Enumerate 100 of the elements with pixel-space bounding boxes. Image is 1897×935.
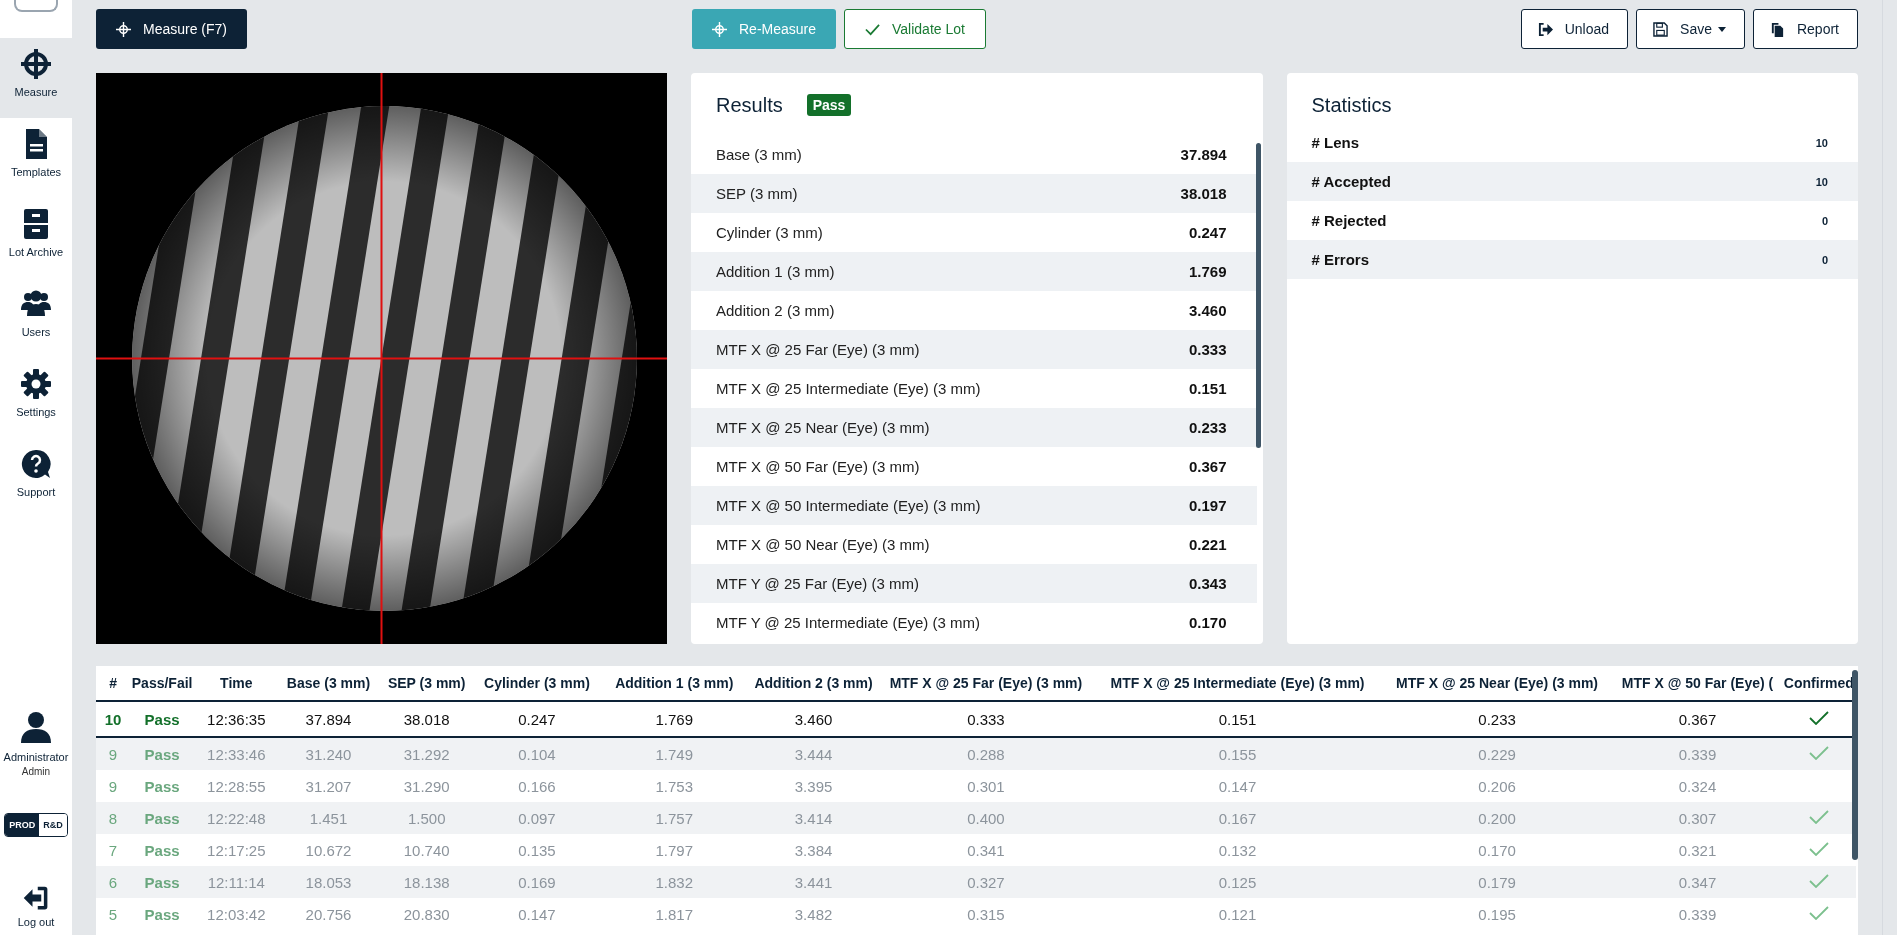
logout-button[interactable]: Log out <box>11 883 61 929</box>
status-text: Pass <box>130 898 195 930</box>
table-cell: 0.104 <box>474 737 600 770</box>
table-cell: 6 <box>96 866 131 898</box>
result-label: MTF X @ 50 Intermediate (Eye) (3 mm) <box>716 497 981 514</box>
status-text: Pass <box>130 770 195 802</box>
column-header: Addition 2 (3 mm) <box>749 666 878 701</box>
sidebar-item[interactable]: Measure <box>0 38 72 118</box>
result-value: 37.894 <box>1180 146 1227 163</box>
stat-label: # Accepted <box>1311 173 1391 190</box>
unload-button[interactable]: Unload <box>1520 9 1629 49</box>
mode-toggle[interactable]: PROD <box>5 814 40 836</box>
result-value: 0.170 <box>1188 614 1227 631</box>
table-cell: 0.206 <box>1380 770 1614 802</box>
result-value: 0.221 <box>1188 536 1227 553</box>
column-header: Pass/Fail <box>130 666 195 701</box>
table-cell: 0.166 <box>474 770 600 802</box>
table-cell: 0.288 <box>877 737 1095 770</box>
table-cell: 0.125 <box>1094 866 1381 898</box>
user-icon <box>20 711 52 743</box>
result-value: 38.018 <box>1180 185 1227 202</box>
table-cell: 20.756 <box>278 898 379 930</box>
status-badge: Pass <box>806 94 852 116</box>
table-cell: 0.301 <box>877 770 1095 802</box>
table-cell: 0.321 <box>1613 834 1782 866</box>
column-header: # <box>96 666 131 701</box>
scrollbar[interactable] <box>1255 143 1261 448</box>
column-header: Cylinder (3 mm) <box>474 666 600 701</box>
table-cell: 0.195 <box>1380 898 1614 930</box>
user-name: Administrator <box>3 751 69 763</box>
table-cell: 0.339 <box>1613 737 1782 770</box>
table-cell: 12:11:14 <box>194 866 279 898</box>
measure-button[interactable]: Measure (F7) <box>96 9 248 49</box>
stat-value: 0 <box>1821 214 1828 227</box>
column-header: MTF X @ 25 Far (Eye) (3 mm) <box>877 666 1095 701</box>
result-label: MTF X @ 50 Near (Eye) (3 mm) <box>716 536 930 553</box>
result-label: Cylinder (3 mm) <box>716 224 823 241</box>
table-cell: 0.135 <box>474 834 600 866</box>
check-icon <box>865 21 881 37</box>
save-button[interactable]: Save <box>1636 9 1745 49</box>
table-cell: 7 <box>96 834 131 866</box>
result-value: 0.367 <box>1188 458 1227 475</box>
table-cell: 0.307 <box>1613 802 1782 834</box>
table-cell: 18.053 <box>278 866 379 898</box>
table-cell: 1.451 <box>278 802 379 834</box>
table-cell: 0.179 <box>1380 866 1614 898</box>
table-cell: 3.395 <box>749 770 878 802</box>
table-cell: 1.757 <box>599 802 750 834</box>
statistics-title: Statistics <box>1311 93 1392 117</box>
user-role: Admin <box>21 766 51 777</box>
results-title: Results <box>716 93 783 117</box>
table-cell: 12:22:48 <box>194 802 279 834</box>
table-cell: 31.207 <box>278 770 379 802</box>
table-cell: 20.830 <box>378 898 475 930</box>
stat-value: 10 <box>1815 136 1828 149</box>
table-cell: 1.749 <box>599 737 750 770</box>
result-label: MTF X @ 25 Near (Eye) (3 mm) <box>716 419 930 436</box>
table-cell: 1.500 <box>378 802 475 834</box>
table-cell: 0.327 <box>877 866 1095 898</box>
validate-lot-button[interactable]: Validate Lot <box>844 9 986 49</box>
result-label: Base (3 mm) <box>716 146 802 163</box>
help-icon <box>20 448 52 480</box>
result-label: MTF X @ 25 Intermediate (Eye) (3 mm) <box>716 380 981 397</box>
table-cell: 1.832 <box>599 866 750 898</box>
table-cell: 12:17:25 <box>194 834 279 866</box>
column-header: MTF X @ 50 Far (Eye) ( <box>1613 666 1782 701</box>
caret-icon <box>1717 26 1726 32</box>
crosshair-icon <box>712 21 727 37</box>
table-cell: 31.240 <box>278 737 379 770</box>
table-cell: 5 <box>96 898 131 930</box>
result-value: 3.460 <box>1188 302 1227 319</box>
table-cell: 3.414 <box>749 802 878 834</box>
scrollbar[interactable] <box>1852 670 1858 860</box>
stat-value: 0 <box>1821 253 1828 266</box>
table-cell: 0.169 <box>474 866 600 898</box>
table-cell: 0.167 <box>1094 802 1381 834</box>
table-cell: 0.315 <box>877 898 1095 930</box>
table-cell: 12:33:46 <box>194 737 279 770</box>
table-cell: 9 <box>96 770 131 802</box>
logo-icon <box>14 0 58 12</box>
logout-icon <box>22 884 50 912</box>
table-cell: 0.121 <box>1094 898 1381 930</box>
result-value: 0.151 <box>1188 380 1227 397</box>
table-cell: 0.229 <box>1380 737 1614 770</box>
table-cell: 0.155 <box>1094 737 1381 770</box>
table-cell: 31.292 <box>378 737 475 770</box>
stat-label: # Rejected <box>1311 212 1387 229</box>
table-cell: 0.147 <box>474 898 600 930</box>
result-value: 0.233 <box>1188 419 1227 436</box>
report-button[interactable]: Report <box>1752 9 1858 49</box>
table-cell: 0.170 <box>1380 834 1614 866</box>
column-header: Base (3 mm) <box>278 666 379 701</box>
column-header: SEP (3 mm) <box>378 666 475 701</box>
table-cell: 18.138 <box>378 866 475 898</box>
column-header: Addition 1 (3 mm) <box>599 666 750 701</box>
table-cell: 1.817 <box>599 898 750 930</box>
stat-label: # Errors <box>1311 251 1370 268</box>
copy-icon <box>1769 21 1785 37</box>
table-cell: 1.753 <box>599 770 750 802</box>
column-header: Time <box>194 666 279 701</box>
